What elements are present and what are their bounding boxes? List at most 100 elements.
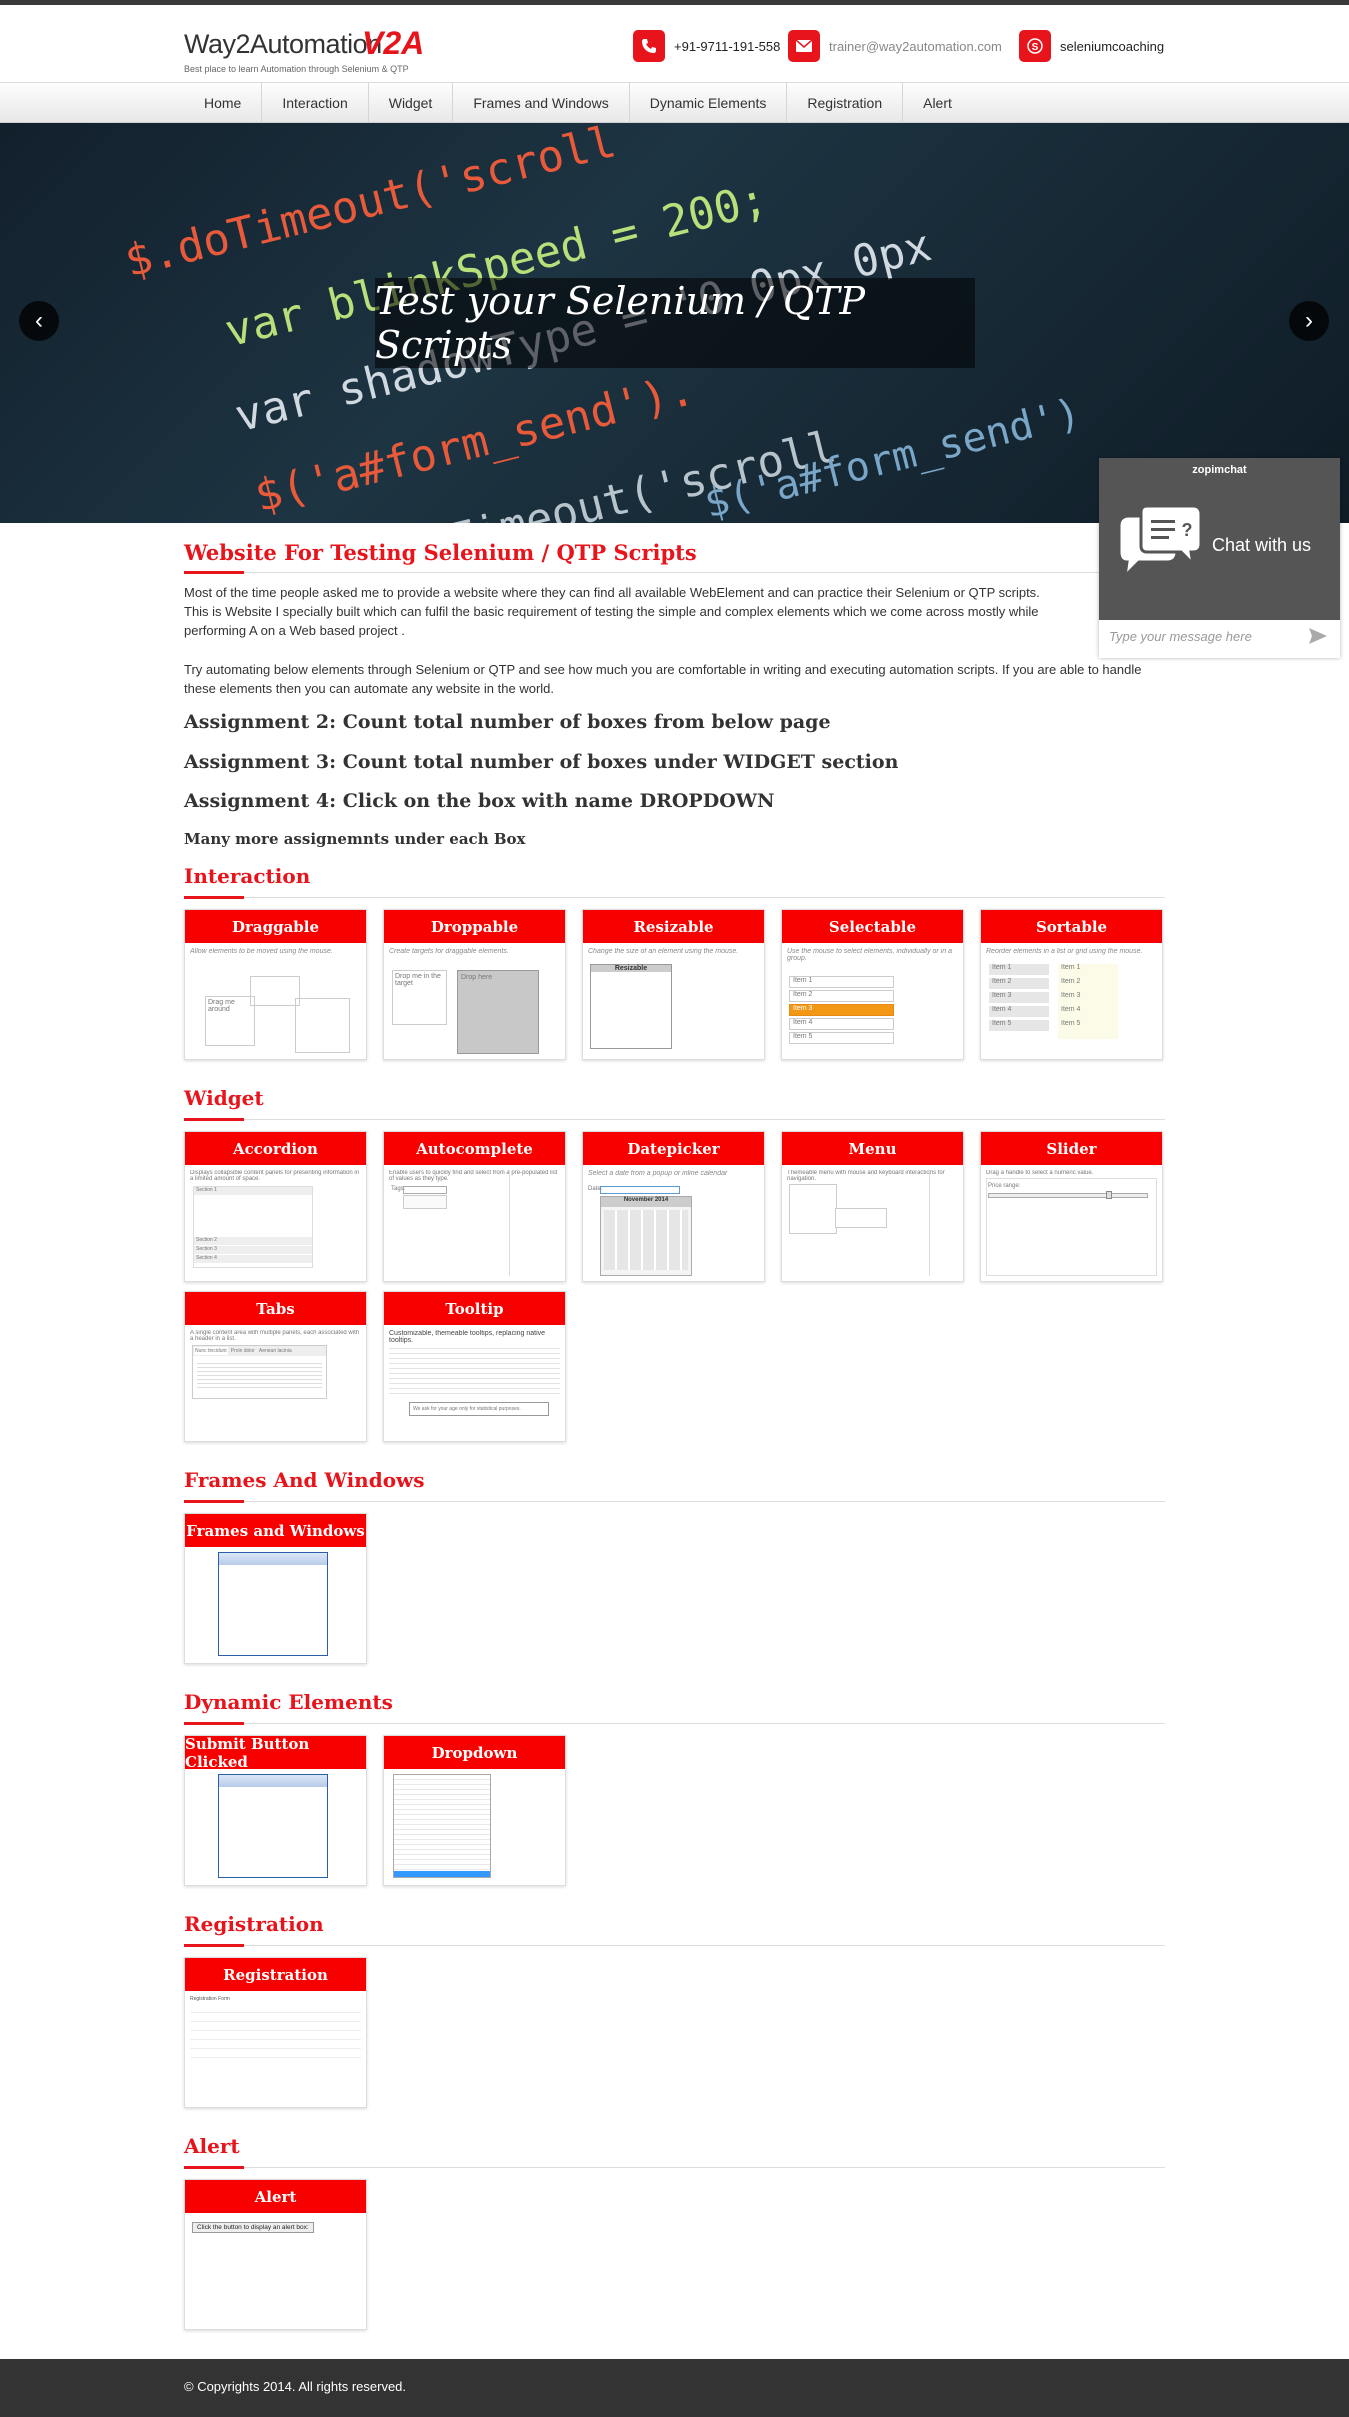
card-title: Slider: [981, 1132, 1162, 1165]
main-nav: Home Interaction Widget Frames and Windo…: [0, 82, 1349, 123]
card-resizable[interactable]: Resizable Change the size of an element …: [582, 909, 765, 1060]
nav-dynamic-elements[interactable]: Dynamic Elements: [630, 83, 788, 123]
divider-accent: [184, 896, 244, 899]
skype-id: seleniumcoaching: [1060, 38, 1165, 54]
alert-button-preview: Click the button to display an alert box…: [192, 2222, 314, 2233]
tooltip-preview: We ask for your age only for statistical…: [409, 1402, 549, 1416]
card-title: Accordion: [185, 1132, 366, 1165]
divider-accent: [184, 2166, 244, 2169]
send-icon[interactable]: [1309, 628, 1327, 649]
nav-interaction[interactable]: Interaction: [262, 83, 369, 123]
divider: [184, 1723, 1165, 1724]
drag-box: Drag me around: [205, 996, 255, 1046]
section-title-interaction: Interaction: [184, 864, 311, 888]
browser-window-preview: [218, 1774, 328, 1878]
card-preview: Create targets for draggable elements. D…: [389, 948, 560, 1054]
section-title-alert: Alert: [184, 2134, 240, 2158]
card-tabs[interactable]: Tabs A single content area with multiple…: [184, 1291, 367, 1442]
card-title: Registration: [185, 1958, 366, 1991]
card-title: Sortable: [981, 910, 1162, 943]
card-title: Selectable: [782, 910, 963, 943]
phone-contact: +91-9711-191-558: [633, 30, 780, 62]
slider-prev-button[interactable]: ‹: [19, 301, 59, 341]
card-sortable[interactable]: Sortable Reorder elements in a list or g…: [980, 909, 1163, 1060]
card-title: Menu: [782, 1132, 963, 1165]
nav-frames-windows[interactable]: Frames and Windows: [453, 83, 630, 123]
drag-source: Drop me in the target: [392, 970, 447, 1025]
chat-brand: zopimchat: [1192, 464, 1247, 476]
card-selectable[interactable]: Selectable Use the mouse to select eleme…: [781, 909, 964, 1060]
email-contact: trainer@way2automation.com: [788, 30, 1002, 62]
card-preview: Use the mouse to select elements, indivi…: [787, 948, 958, 1054]
more-assignments: Many more assignemnts under each Box: [184, 830, 526, 848]
nav-widget[interactable]: Widget: [369, 83, 454, 123]
section-title-widget: Widget: [184, 1086, 264, 1110]
assignment-3: Assignment 3: Count total number of boxe…: [184, 751, 899, 773]
card-preview: Click the button to display an alert box…: [190, 2218, 361, 2324]
sortable-list: Item 1 Item 2 Item 3 Item 4 Item 5: [989, 964, 1049, 1031]
card-frames-windows[interactable]: Frames and Windows: [184, 1513, 367, 1664]
divider: [184, 572, 1165, 573]
card-title: Resizable: [583, 910, 764, 943]
card-autocomplete[interactable]: Autocomplete Enable users to quickly fin…: [383, 1131, 566, 1282]
card-submit-button-clicked[interactable]: Submit Button Clicked: [184, 1735, 367, 1886]
accordion-preview: Section 1 Section 2 Section 3 Section 4: [193, 1186, 313, 1268]
card-dropdown[interactable]: Dropdown: [383, 1735, 566, 1886]
card-datepicker[interactable]: Datepicker Select a date from a popup or…: [582, 1131, 765, 1282]
autocomplete-input-preview: [403, 1186, 447, 1194]
card-preview: Displays collapsible content panels for …: [190, 1170, 361, 1276]
assignment-4: Assignment 4: Click on the box with name…: [184, 790, 775, 812]
card-preview: [389, 1774, 560, 1880]
divider: [184, 1119, 1165, 1120]
slider-next-button[interactable]: ›: [1289, 301, 1329, 341]
card-title: Droppable: [384, 910, 565, 943]
nav-home[interactable]: Home: [184, 83, 263, 123]
logo-mark: V2A: [362, 25, 425, 61]
chat-header[interactable]: zopimchat ? Chat with us: [1099, 458, 1340, 620]
skype-icon: S: [1019, 30, 1051, 62]
drag-box: [250, 976, 300, 1006]
card-droppable[interactable]: Droppable Create targets for draggable e…: [383, 909, 566, 1060]
card-preview: Allow elements to be moved using the mou…: [190, 948, 361, 1054]
card-preview: Enable users to quickly find and select …: [389, 1170, 560, 1276]
logo-text: Way2Automation: [184, 29, 382, 59]
resizable-box: Resizable: [590, 964, 672, 1049]
divider: [184, 897, 1165, 898]
nav-alert[interactable]: Alert: [903, 83, 972, 123]
card-accordion[interactable]: Accordion Displays collapsible content p…: [184, 1131, 367, 1282]
card-slider[interactable]: Slider Drag a handle to select a numeric…: [980, 1131, 1163, 1282]
sortable-list: Item 1 Item 2 Item 3 Item 4 Item 5: [1058, 964, 1118, 1039]
card-preview: Drag a handle to select a numeric value.…: [986, 1170, 1157, 1276]
card-draggable[interactable]: Draggable Allow elements to be moved usi…: [184, 909, 367, 1060]
card-preview: Themeable menu with mouse and keyboard i…: [787, 1170, 958, 1276]
card-title: Draggable: [185, 910, 366, 943]
chat-widget[interactable]: zopimchat ? Chat with us Type your messa…: [1099, 458, 1340, 658]
card-title: Frames and Windows: [185, 1514, 366, 1547]
card-title: Tabs: [185, 1292, 366, 1325]
calendar-preview: November 2014: [600, 1196, 692, 1276]
card-preview: [190, 1552, 361, 1658]
intro-paragraph-2: Try automating below elements through Se…: [184, 662, 1142, 696]
site-logo[interactable]: Way2Automation V2A Best place to learn A…: [184, 25, 425, 74]
assignment-2: Assignment 2: Count total number of boxe…: [184, 711, 831, 733]
divider-accent: [184, 1500, 244, 1503]
card-registration[interactable]: Registration Registration Form: [184, 1957, 367, 2108]
browser-window-preview: [218, 1552, 328, 1656]
card-tooltip[interactable]: Tooltip Customizable, themeable tooltips…: [383, 1291, 566, 1442]
nav-registration[interactable]: Registration: [787, 83, 904, 123]
intro-title: Website For Testing Selenium / QTP Scrip…: [184, 540, 697, 565]
chat-bubble-icon: ?: [1113, 504, 1205, 591]
email-address[interactable]: trainer@way2automation.com: [829, 39, 1002, 54]
card-preview: Customizable, themeable tooltips, replac…: [389, 1330, 560, 1436]
card-title: Tooltip: [384, 1292, 565, 1325]
tabs-preview: Nunc tincidunt Proin dolor Aenean lacini…: [192, 1345, 327, 1399]
card-preview: Change the size of an element using the …: [588, 948, 759, 1054]
card-title: Datepicker: [583, 1132, 764, 1165]
card-menu[interactable]: Menu Themeable menu with mouse and keybo…: [781, 1131, 964, 1282]
card-alert[interactable]: Alert Click the button to display an ale…: [184, 2179, 367, 2330]
menu-preview: [789, 1184, 837, 1234]
copyright: © Copyrights 2014. All rights reserved.: [184, 2379, 407, 2394]
email-icon: [788, 30, 820, 62]
chat-message-input[interactable]: Type your message here: [1109, 629, 1252, 644]
card-title: Submit Button Clicked: [185, 1735, 366, 1771]
